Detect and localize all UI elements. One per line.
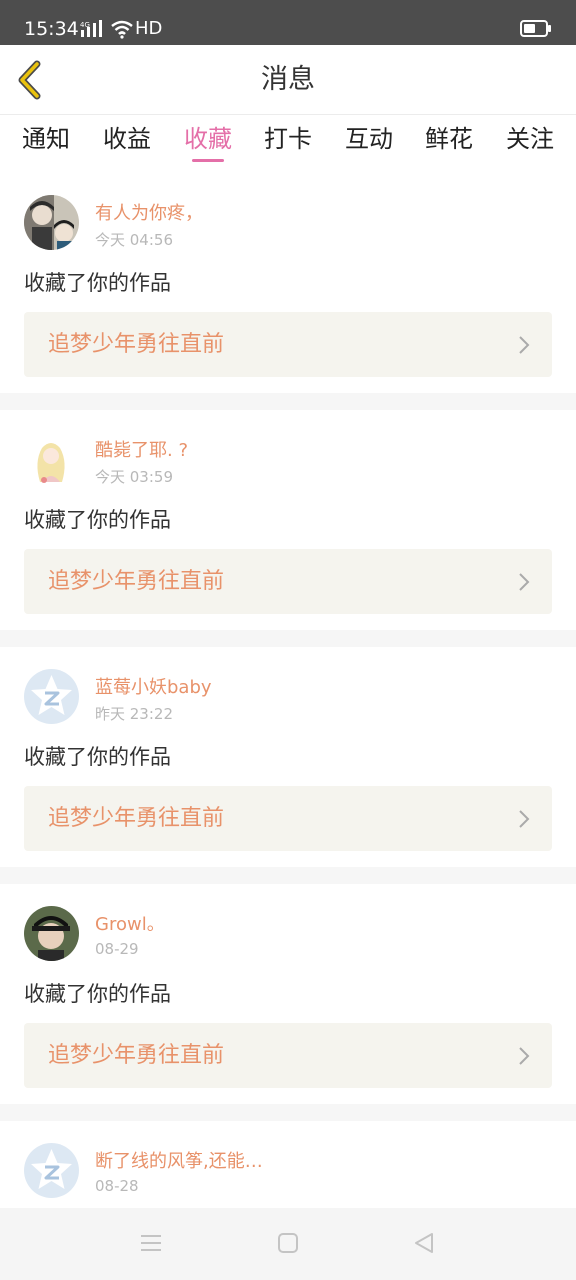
page-title: 消息 [261, 64, 315, 95]
chevron-right-icon [519, 1047, 530, 1065]
chevron-right-icon [519, 810, 530, 828]
user-avatar[interactable] [24, 906, 79, 961]
tab-checkin[interactable]: 打卡 [248, 115, 328, 173]
active-tab-indicator [192, 159, 224, 162]
tab-flowers[interactable]: 鲜花 [409, 115, 489, 173]
title-bar: 消息 [0, 45, 576, 115]
user-avatar[interactable] [24, 195, 79, 250]
system-nav-bar [0, 1208, 576, 1280]
message-card: Growl。 08-29 收藏了你的作品 追梦少年勇往直前 [0, 884, 576, 1104]
message-card: 断了线的风筝,还能… 08-28 [0, 1121, 576, 1208]
action-text: 收藏了你的作品 [24, 508, 171, 532]
message-time: 08-28 [95, 1177, 139, 1195]
wifi-icon [110, 19, 134, 43]
tab-favorites[interactable]: 收藏 [168, 115, 248, 173]
action-text: 收藏了你的作品 [24, 271, 171, 295]
tab-earnings[interactable]: 收益 [87, 115, 167, 173]
action-text: 收藏了你的作品 [24, 982, 171, 1006]
work-link[interactable]: 追梦少年勇往直前 [24, 786, 552, 851]
action-text: 收藏了你的作品 [24, 745, 171, 769]
back-arrow-icon [18, 60, 41, 100]
work-link[interactable]: 追梦少年勇往直前 [24, 549, 552, 614]
work-title: 追梦少年勇往直前 [48, 806, 225, 831]
user-name[interactable]: 蓝莓小妖baby [95, 673, 212, 699]
back-button[interactable] [12, 59, 52, 101]
status-time: 15:34 [24, 18, 79, 40]
tab-bar: 通知 收益 收藏 打卡 互动 鲜花 关注 [0, 115, 576, 173]
tab-label: 通知 [22, 125, 70, 153]
user-name[interactable]: Growl。 [95, 910, 165, 936]
chevron-right-icon [519, 573, 530, 591]
tab-label: 鲜花 [425, 125, 473, 153]
message-card: 酷毙了耶. ? 今天 03:59 收藏了你的作品 追梦少年勇往直前 [0, 410, 576, 630]
message-feed[interactable]: 有人为你疼， 今天 04:56 收藏了你的作品 追梦少年勇往直前 酷毙了耶. ?… [0, 173, 576, 1208]
user-name[interactable]: 断了线的风筝,还能… [95, 1147, 263, 1173]
home-icon[interactable] [277, 1232, 299, 1254]
tab-interaction[interactable]: 互动 [329, 115, 409, 173]
user-name[interactable]: 有人为你疼， [95, 199, 203, 225]
tab-label: 打卡 [264, 125, 312, 153]
work-title: 追梦少年勇往直前 [48, 332, 225, 357]
tab-label: 关注 [506, 125, 554, 153]
signal-icon: 4G [80, 19, 104, 43]
message-card: 蓝莓小妖baby 昨天 23:22 收藏了你的作品 追梦少年勇往直前 [0, 647, 576, 867]
chevron-right-icon [519, 336, 530, 354]
message-time: 今天 04:56 [95, 231, 173, 249]
battery-icon [520, 20, 552, 41]
work-title: 追梦少年勇往直前 [48, 569, 225, 594]
message-time: 今天 03:59 [95, 468, 173, 486]
message-card: 有人为你疼， 今天 04:56 收藏了你的作品 追梦少年勇往直前 [0, 173, 576, 393]
work-link[interactable]: 追梦少年勇往直前 [24, 312, 552, 377]
user-avatar[interactable] [24, 1143, 79, 1198]
user-avatar[interactable] [24, 432, 79, 487]
tab-notify[interactable]: 通知 [6, 115, 86, 173]
message-time: 昨天 23:22 [95, 705, 173, 723]
status-bar: 15:34 4G HD [0, 0, 576, 45]
user-name[interactable]: 酷毙了耶. ? [95, 436, 188, 462]
back-nav-icon[interactable] [413, 1232, 435, 1254]
user-avatar[interactable] [24, 669, 79, 724]
tab-label: 收藏 [184, 125, 232, 153]
work-title: 追梦少年勇往直前 [48, 1043, 225, 1068]
tab-label: 收益 [103, 125, 151, 153]
work-link[interactable]: 追梦少年勇往直前 [24, 1023, 552, 1088]
tab-label: 互动 [345, 125, 393, 153]
menu-icon[interactable] [140, 1232, 162, 1254]
network-label: HD [135, 18, 163, 39]
message-time: 08-29 [95, 940, 139, 958]
tab-follow[interactable]: 关注 [490, 115, 570, 173]
